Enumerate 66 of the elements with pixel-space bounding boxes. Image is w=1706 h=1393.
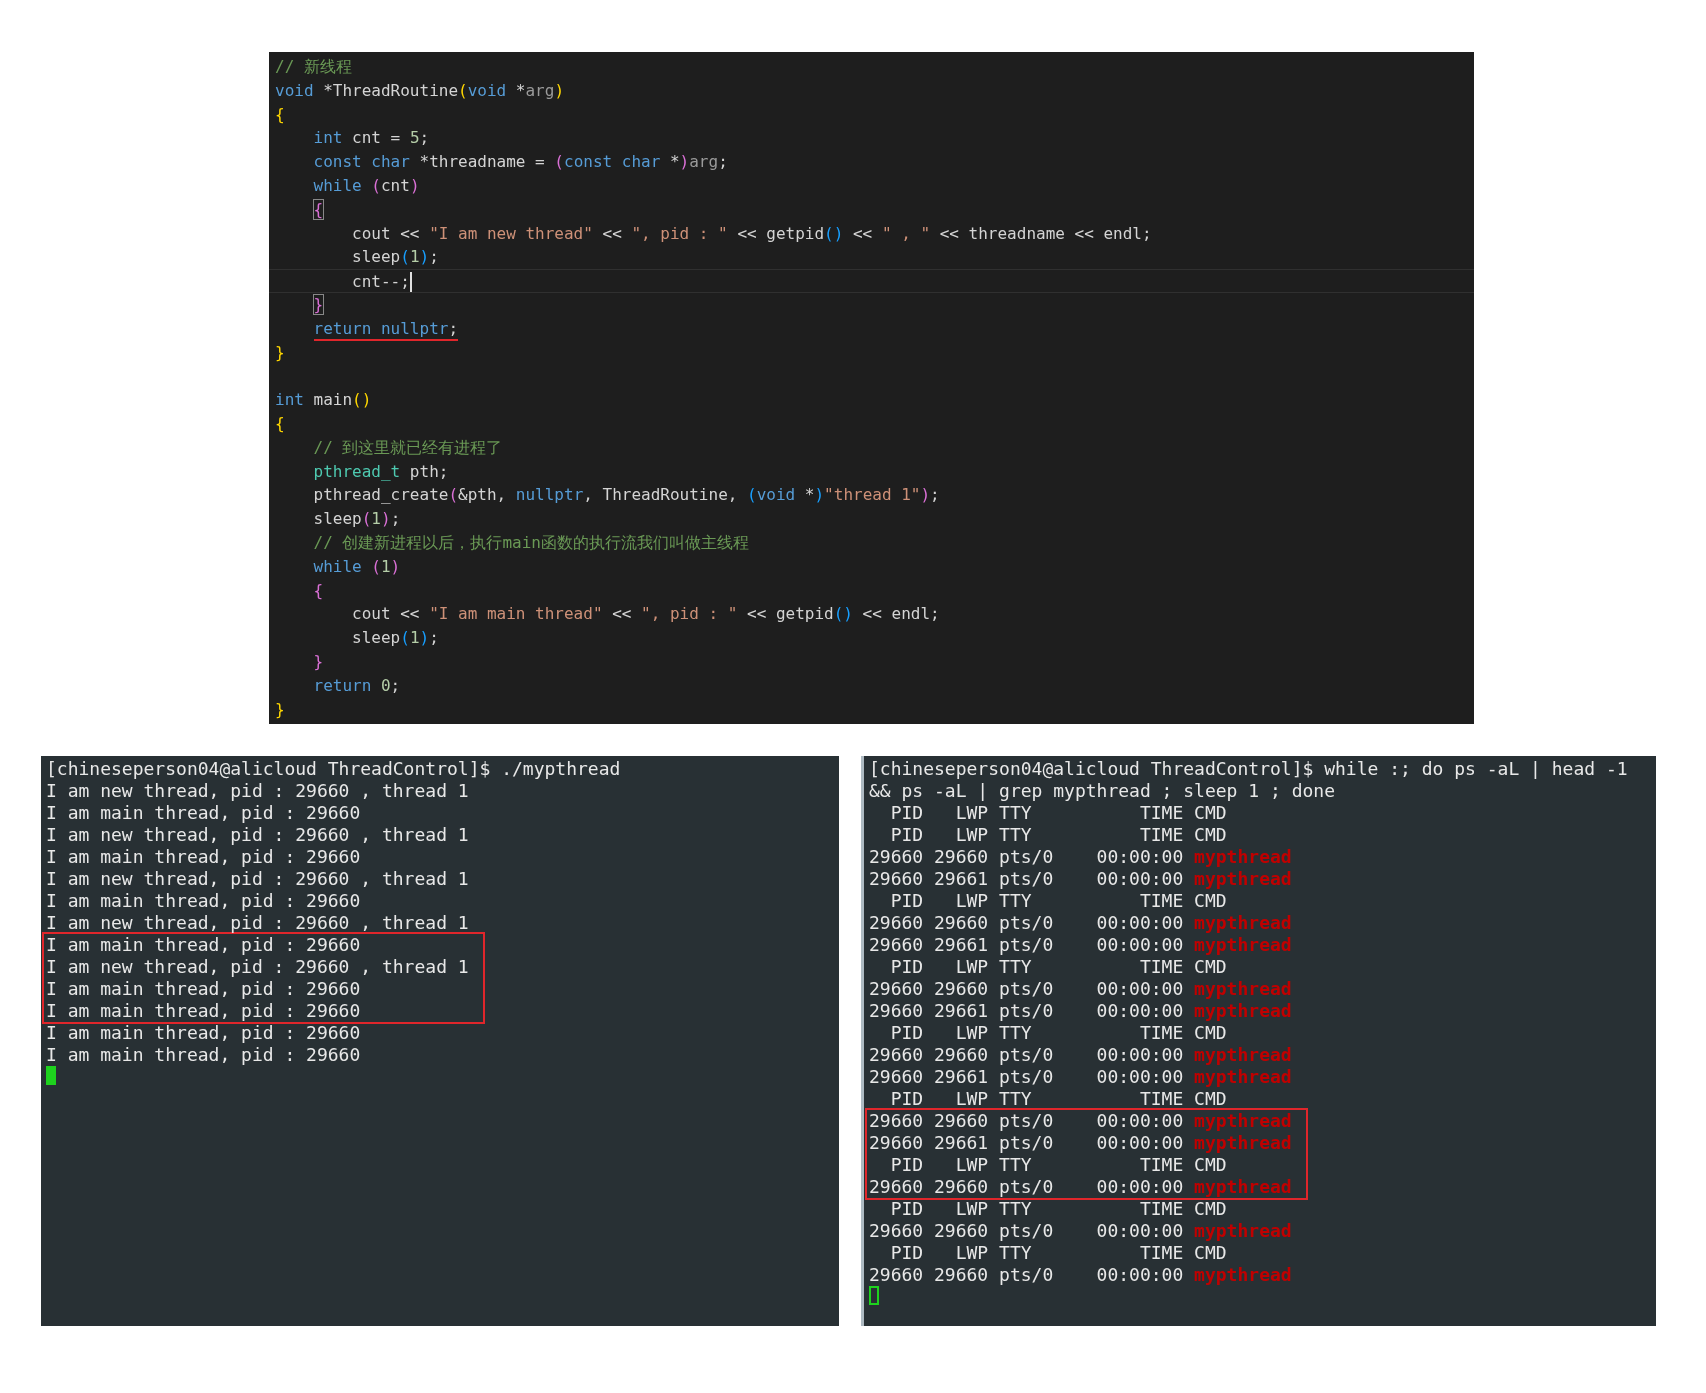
terminal-line: I am main thread, pid : 29660 [46, 890, 361, 912]
code-line: // 新线程 [275, 56, 352, 78]
terminal-line: PID LWP TTY TIME CMD [889, 802, 1227, 824]
terminal-line: 29660 29661 pts/0 00:00:00 mypthread [869, 1000, 1292, 1022]
code-line: } [275, 341, 285, 364]
code-line: int cnt = 5; [313, 127, 430, 150]
terminal-line: PID LWP TTY TIME CMD [889, 1154, 1227, 1176]
terminal-line: I am new thread, pid : 29660 , thread 1 [46, 956, 469, 978]
terminal-line: PID LWP TTY TIME CMD [889, 1088, 1227, 1110]
terminal-line: [chineseperson04@alicloud ThreadControl]$ while :; do ps -aL | head -1 [869, 758, 1628, 780]
terminal-line: 29660 29660 pts/0 00:00:00 mypthread [869, 1044, 1292, 1066]
code-line: } [275, 698, 285, 721]
terminal-line: 29660 29661 pts/0 00:00:00 mypthread [869, 1066, 1292, 1088]
code-line: } [313, 650, 324, 673]
terminal-line: 29660 29660 pts/0 00:00:00 mypthread [869, 1220, 1292, 1242]
terminal-line: I am main thread, pid : 29660 [46, 802, 361, 824]
terminal-line: I am main thread, pid : 29660 [46, 1000, 361, 1022]
code-line: while (cnt) [313, 175, 420, 197]
code-line: pthread_create(&pth, nullptr, ThreadRoutine, (void *)"thread 1"); [313, 484, 940, 507]
terminal-line: I am new thread, pid : 29660 , thread 1 [46, 824, 469, 846]
terminal-line: 29660 29660 pts/0 00:00:00 mypthread [869, 978, 1292, 1000]
code-line: // 到这里就已经有进程了 [313, 436, 503, 459]
code-line: sleep(1); [352, 627, 439, 650]
terminal-line: I am main thread, pid : 29660 [46, 978, 361, 1000]
terminal-line: PID LWP TTY TIME CMD [889, 1022, 1227, 1044]
code-line: cout << "I am main thread" << ", pid : " << getpid() << endl; [352, 603, 940, 626]
code-line: while (1) [313, 555, 401, 578]
terminal-line: 29660 29661 pts/0 00:00:00 mypthread [869, 934, 1292, 956]
terminal-line: I am main thread, pid : 29660 [46, 1022, 361, 1044]
terminal-line: 29660 29660 pts/0 00:00:00 mypthread [869, 1110, 1292, 1132]
code-line: int main() [275, 389, 372, 412]
terminal-line: 29660 29660 pts/0 00:00:00 mypthread [869, 846, 1292, 868]
terminal-line: I am new thread, pid : 29660 , thread 1 [46, 912, 469, 934]
code-line: void *ThreadRoutine(void *arg) [275, 79, 564, 102]
terminal-line: 29660 29661 pts/0 00:00:00 mypthread [869, 868, 1292, 890]
code-line: sleep(1); [352, 246, 439, 269]
code-line: return nullptr; [313, 316, 459, 341]
code-line: pthread_t pth; [313, 460, 449, 483]
code-line: const char *threadname = (const char *)arg; [313, 151, 728, 174]
terminal-line: && ps -aL | grep mypthread ; sleep 1 ; done [869, 780, 1335, 802]
code-line: return 0; [313, 674, 401, 697]
terminal-line: [chineseperson04@alicloud ThreadControl]$ ./mypthread [46, 758, 621, 780]
terminal-line: 29660 29660 pts/0 00:00:00 mypthread [869, 1264, 1292, 1286]
text-cursor [409, 272, 412, 293]
terminal-line: I am main thread, pid : 29660 [46, 1044, 361, 1066]
code-line: cnt--; [352, 271, 410, 294]
terminal-line: I am main thread, pid : 29660 [46, 934, 361, 956]
terminal-line: PID LWP TTY TIME CMD [889, 1242, 1227, 1264]
terminal-line: PID LWP TTY TIME CMD [889, 824, 1227, 846]
code-line: } [313, 293, 324, 316]
code-line: { [313, 579, 324, 602]
terminal-line: I am new thread, pid : 29660 , thread 1 [46, 780, 469, 802]
terminal-line: I am main thread, pid : 29660 [46, 846, 361, 868]
terminal-line: PID LWP TTY TIME CMD [889, 890, 1227, 912]
code-line: { [275, 412, 285, 435]
code-line: { [275, 103, 285, 126]
terminal-line: I am new thread, pid : 29660 , thread 1 [46, 868, 469, 890]
terminal-line: PID LWP TTY TIME CMD [889, 956, 1227, 978]
code-line: sleep(1); [313, 508, 401, 531]
terminal-line: 29660 29660 pts/0 00:00:00 mypthread [869, 1176, 1292, 1198]
code-line: { [313, 198, 324, 221]
code-line: // 创建新进程以后，执行main函数的执行流我们叫做主线程 [313, 531, 749, 554]
terminal-line: 29660 29661 pts/0 00:00:00 mypthread [869, 1132, 1292, 1154]
terminal-line: PID LWP TTY TIME CMD [889, 1198, 1227, 1220]
terminal-line: 29660 29660 pts/0 00:00:00 mypthread [869, 912, 1292, 934]
code-line: cout << "I am new thread" << ", pid : " << getpid() << " , " << threadname << endl; [352, 222, 1152, 245]
